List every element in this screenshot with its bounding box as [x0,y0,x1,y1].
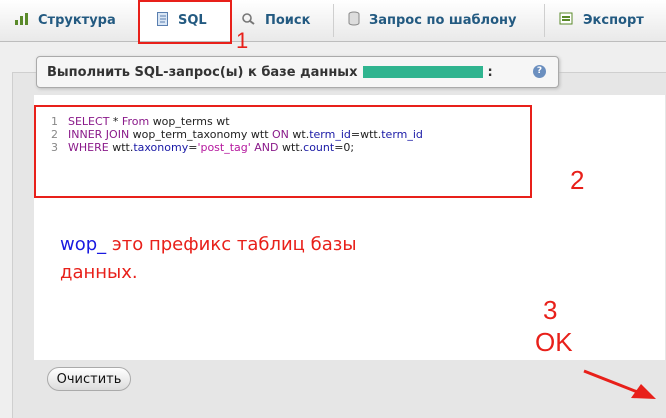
arrow-icon [583,369,656,399]
